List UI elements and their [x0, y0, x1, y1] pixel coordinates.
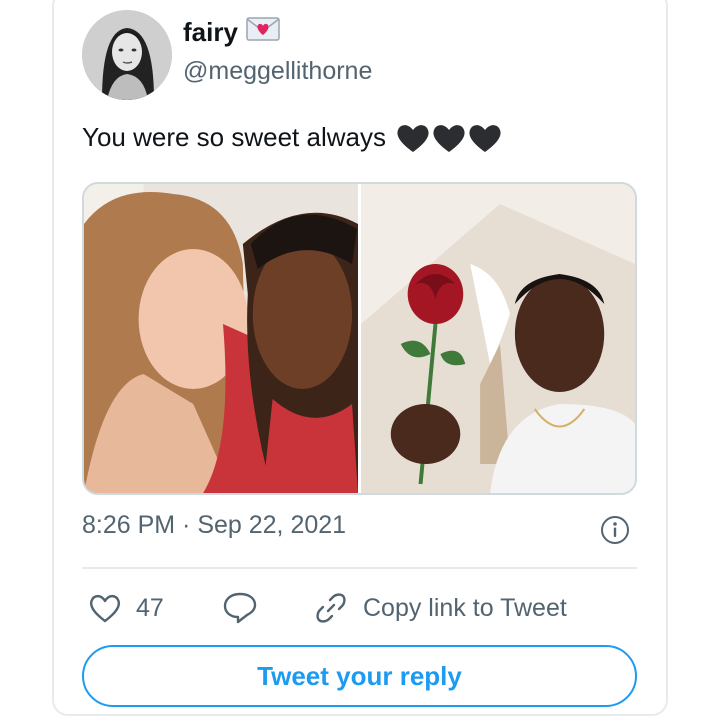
- like-count: 47: [136, 593, 164, 622]
- divider: [82, 567, 637, 569]
- avatar[interactable]: [82, 10, 172, 100]
- tweet-your-reply-button[interactable]: Tweet your reply: [82, 645, 637, 707]
- black-heart-icon: [397, 124, 429, 152]
- user-handle[interactable]: @meggellithorne: [183, 57, 372, 86]
- photo-couple-selfie[interactable]: [84, 184, 358, 493]
- info-icon[interactable]: [600, 515, 630, 545]
- action-bar: 47 Copy link to Tweet: [82, 588, 637, 628]
- comment-bubble-icon: [223, 592, 257, 624]
- display-name-text: fairy: [183, 17, 238, 47]
- love-letter-icon: [246, 16, 280, 49]
- reply-icon-button[interactable]: [222, 588, 258, 628]
- link-icon: [316, 593, 346, 623]
- heart-outline-icon: [89, 594, 121, 623]
- photo-man-with-rose[interactable]: [361, 184, 635, 493]
- copy-link-button[interactable]: Copy link to Tweet: [313, 588, 567, 628]
- like-button[interactable]: 47: [88, 588, 164, 628]
- tweet-timestamp[interactable]: 8:26 PM · Sep 22, 2021: [82, 511, 346, 540]
- display-name[interactable]: fairy: [183, 16, 280, 49]
- tweet-text-content: You were so sweet always: [82, 122, 386, 152]
- tweet-media[interactable]: [82, 182, 637, 495]
- copy-link-label: Copy link to Tweet: [363, 593, 567, 622]
- black-heart-icon: [469, 124, 501, 152]
- tweet-text: You were so sweet always: [82, 122, 502, 153]
- black-heart-icon: [433, 124, 465, 152]
